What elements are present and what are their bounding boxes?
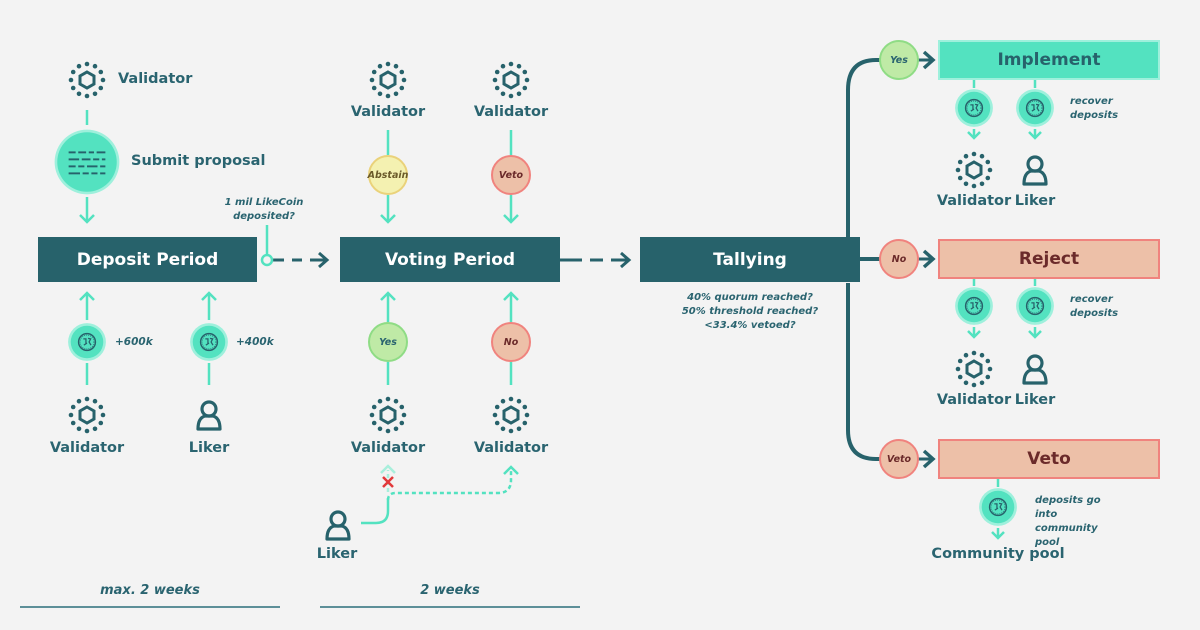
reject-box: Reject: [938, 239, 1160, 279]
validator-icon: [368, 395, 408, 435]
liker-label: Liker: [188, 440, 230, 456]
liker-icon: [1022, 155, 1048, 186]
flow-connectors: [53, 50, 1055, 541]
liker-icon: [196, 400, 222, 431]
implement-recipient-liker: Liker: [1014, 193, 1056, 209]
validator-label: Validator: [473, 104, 549, 120]
liker-icon: [1022, 354, 1048, 385]
veto-note: deposits go into community pool: [1035, 495, 1101, 548]
implement-note: recover deposits: [1070, 96, 1119, 121]
validator-icon: [491, 395, 531, 435]
validator-icon: [491, 60, 531, 100]
proposer-label: Validator: [118, 71, 193, 87]
voting-period-box: Voting Period: [340, 237, 560, 282]
deposit-duration-line: [20, 606, 280, 608]
validator-label: Validator: [473, 440, 549, 456]
likecoin-icon: [954, 286, 994, 326]
deposit-period-box: Deposit Period: [38, 237, 257, 282]
tally-condition: 40% quorum reached?: [687, 292, 813, 303]
delegation-path: [361, 498, 390, 525]
outcome-yes-badge: Yes: [879, 40, 919, 80]
tally-condition: 50% threshold reached?: [681, 306, 819, 317]
validator-deposit-amount: +600k: [115, 336, 153, 348]
validator-icon: [368, 60, 408, 100]
vote-abstain-badge: Abstain: [368, 155, 408, 195]
tally-condition: <33.4% vetoed?: [704, 320, 796, 331]
validator-label: Validator: [49, 440, 125, 456]
liker-deposit-amount: +400k: [236, 336, 274, 348]
likecoin-icon: [978, 487, 1018, 527]
voting-duration-line: [320, 606, 580, 608]
likecoin-icon: [189, 322, 229, 362]
validator-label: Validator: [350, 440, 426, 456]
likecoin-icon: [1015, 286, 1055, 326]
outcome-no-badge: No: [879, 239, 919, 279]
deposit-condition-note: 1 mil LikeCoin deposited?: [224, 197, 304, 222]
validator-icon: [67, 395, 107, 435]
reject-note: recover deposits: [1070, 294, 1119, 319]
vote-yes-badge: Yes: [368, 322, 408, 362]
validator-icon: [954, 150, 994, 190]
vote-veto-badge: Veto: [491, 155, 531, 195]
branch-yes: [846, 58, 880, 237]
cross-icon: [382, 476, 394, 488]
validator-icon: [954, 349, 994, 389]
tallying-box: Tallying: [640, 237, 860, 282]
vote-no-badge: No: [491, 322, 531, 362]
reject-recipient-liker: Liker: [1014, 392, 1056, 408]
implement-box: Implement: [938, 40, 1160, 80]
liker-icon: [325, 510, 351, 541]
outcome-veto-badge: Veto: [879, 439, 919, 479]
likecoin-icon: [1015, 88, 1055, 128]
condition-node: [260, 253, 274, 267]
validator-label: Validator: [350, 104, 426, 120]
redelegation-path: [386, 468, 513, 501]
voting-duration-label: 2 weeks: [420, 583, 480, 598]
veto-box: Veto: [938, 439, 1160, 479]
community-pool-label: Community pool: [931, 546, 1065, 562]
branch-veto: [846, 283, 880, 461]
validator-icon: [67, 60, 107, 100]
likecoin-icon: [67, 322, 107, 362]
reject-recipient-validator: Validator: [936, 392, 1012, 408]
likecoin-icon: [954, 88, 994, 128]
proposal-document-icon: [53, 128, 121, 196]
delegator-liker-label: Liker: [316, 546, 358, 562]
implement-recipient-validator: Validator: [936, 193, 1012, 209]
deposit-duration-label: max. 2 weeks: [100, 583, 200, 598]
submit-proposal-label: Submit proposal: [131, 153, 266, 169]
